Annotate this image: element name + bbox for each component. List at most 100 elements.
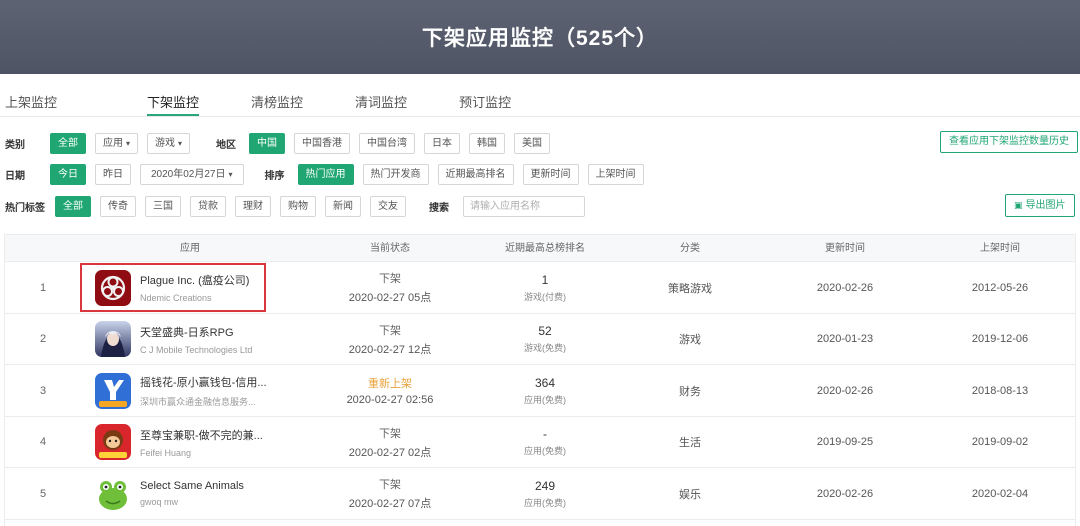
app-name[interactable]: Plague Inc. (瘟疫公司) — [140, 272, 249, 288]
page-title: 下架应用监控（525个） — [421, 27, 659, 50]
status-badge: 下架 — [379, 273, 401, 285]
region-korea-chip[interactable]: 韩国 — [469, 132, 506, 154]
listed-date: 2020-02-04 — [971, 487, 1029, 500]
tag-loan-chip[interactable]: 贷款 — [190, 195, 226, 217]
tag-news-chip[interactable]: 新闻 — [325, 195, 361, 217]
category-all-chip[interactable]: 全部 — [50, 132, 86, 154]
rank-type: 游戏(免费) — [524, 343, 566, 353]
date-select[interactable]: 2020年02月27日 ▾ — [140, 163, 244, 185]
search-input[interactable] — [463, 195, 585, 217]
plague-biohazard-icon — [95, 269, 131, 306]
category-value: 生活 — [679, 437, 701, 449]
row-index: 2 — [39, 333, 47, 345]
table-row[interactable]: 2 天堂盛典-日系RPG C J Mobile Technologies Ltd… — [5, 313, 1075, 365]
app-name[interactable]: 至尊宝兼职-做不完的兼... — [140, 427, 263, 443]
status-time: 2020-02-27 02:56 — [346, 394, 434, 406]
status-badge: 下架 — [379, 324, 401, 337]
tab-listing[interactable]: 上架监控 — [0, 92, 57, 116]
table-row[interactable]: 5 Select Same Animals gwoq mw 下架 2020-02… — [5, 468, 1075, 520]
export-button-label: 导出图片 — [1025, 200, 1066, 211]
tag-dating-chip[interactable]: 交友 — [370, 195, 406, 217]
region-hongkong-chip[interactable]: 中国香港 — [294, 132, 351, 154]
col-status[interactable]: 当前状态 — [305, 235, 475, 262]
category-game-label: 游戏 — [155, 137, 176, 149]
region-usa-chip[interactable]: 美国 — [514, 132, 551, 154]
col-rank[interactable]: 近期最高总榜排名 — [460, 235, 630, 262]
page-header: 下架应用监控（525个） — [0, 0, 1080, 74]
rank-type: 游戏(付费) — [524, 291, 566, 302]
main-panel: 上架监控 下架监控 清榜监控 清词监控 预订监控 类别 全部 应用 ▾ 游戏 ▾ 地… — [0, 74, 1080, 526]
col-app: 应用 — [180, 243, 200, 254]
sort-update-time-chip[interactable]: 更新时间 — [522, 163, 579, 185]
monkey-king-icon — [95, 424, 131, 460]
green-frog-icon — [95, 475, 131, 512]
anime-character-icon — [95, 321, 131, 357]
tag-finance-chip[interactable]: 理财 — [235, 195, 271, 217]
table-row[interactable]: 1 Plague Inc. (瘟疫公司) Ndemic Creations 下架… — [5, 262, 1075, 314]
region-china-chip[interactable]: 中国 — [249, 132, 286, 154]
status-time: 2020-02-27 12点 — [348, 343, 432, 356]
updated-date: 2020-02-26 — [816, 487, 874, 500]
sort-label: 排序 — [264, 170, 285, 182]
app-developer: Feifei Huang — [140, 447, 192, 458]
sort-hot-apps-chip[interactable]: 热门应用 — [297, 163, 354, 185]
wallet-y-icon — [95, 372, 131, 409]
tag-shopping-chip[interactable]: 购物 — [280, 195, 316, 217]
updated-date: 2020-01-23 — [816, 333, 874, 345]
rank-value: 249 — [534, 478, 556, 493]
col-listed[interactable]: 上架时间 — [925, 235, 1075, 262]
region-japan-chip[interactable]: 日本 — [424, 132, 461, 154]
status-badge: 下架 — [379, 479, 401, 491]
export-image-button[interactable]: ▣ 导出图片 — [1005, 194, 1075, 217]
region-taiwan-chip[interactable]: 中国台湾 — [359, 132, 416, 154]
tab-preorder[interactable]: 预订监控 — [454, 92, 511, 116]
rank-type: 应用(免费) — [524, 446, 566, 456]
tab-delisting[interactable]: 下架监控 — [147, 92, 200, 116]
rank-value: 1 — [541, 272, 549, 287]
tag-legend-chip[interactable]: 传奇 — [100, 195, 136, 217]
status-time: 2020-02-27 02点 — [348, 446, 432, 459]
tag-three-kingdoms-chip[interactable]: 三国 — [145, 195, 181, 217]
sort-hot-developers-chip[interactable]: 热门开发商 — [362, 163, 429, 185]
rank-type: 应用(免费) — [524, 497, 566, 508]
sort-listed-time-chip[interactable]: 上架时间 — [587, 163, 644, 185]
table-row[interactable]: 4 至尊宝兼职-做不完的兼... Feifei Huang 下架 2020-02… — [5, 416, 1075, 468]
date-today-chip[interactable]: 今日 — [50, 163, 86, 185]
row-index: 3 — [39, 384, 47, 397]
listed-date: 2018-08-13 — [971, 384, 1029, 397]
tab-keyword-clear[interactable]: 清词监控 — [350, 92, 407, 116]
date-yesterday-chip[interactable]: 昨日 — [95, 163, 131, 185]
caret-down-icon: ▾ — [228, 169, 233, 179]
tag-all-chip[interactable]: 全部 — [55, 195, 91, 217]
delisted-apps-table: 应用 当前状态 近期最高总榜排名 分类 更新时间 上架时间 1 Plague I… — [4, 234, 1076, 526]
category-label: 类别 — [5, 139, 25, 151]
sort-recent-rank-chip[interactable]: 近期最高排名 — [437, 163, 514, 185]
col-updated[interactable]: 更新时间 — [770, 235, 920, 262]
row-index: 4 — [39, 436, 47, 448]
tab-chart-clear[interactable]: 清榜监控 — [246, 92, 303, 116]
app-name[interactable]: Select Same Animals — [140, 480, 244, 492]
tags-filter-row: 热门标签 全部 传奇 三国 贷款 理财 购物 新闻 交友 搜索 — [0, 195, 585, 217]
category-game-dropdown[interactable]: 游戏 ▾ — [147, 132, 191, 154]
rank-type: 应用(免费) — [524, 394, 566, 405]
date-filter-row: 日期 今日 昨日 2020年02月27日 ▾ 排序 热门应用 热门开发商 近期最高… — [0, 163, 653, 185]
app-name[interactable]: 天堂盛典-日系RPG — [140, 324, 252, 340]
updated-date: 2020-02-26 — [816, 384, 874, 397]
listed-date: 2012-05-26 — [971, 281, 1029, 294]
status-badge: 重新上架 — [368, 378, 412, 390]
listed-date: 2019-09-02 — [971, 436, 1029, 448]
image-icon: ▣ — [1014, 200, 1023, 210]
tabs-divider — [0, 116, 1080, 117]
view-history-button[interactable]: 查看应用下架监控数量历史 — [940, 131, 1078, 153]
region-label: 地区 — [216, 139, 237, 151]
table-row[interactable]: 3 摇钱花-原小赢钱包-信用... 深圳市赢众通金融信息服务... 重新上架 2… — [5, 365, 1075, 417]
table-header: 应用 当前状态 近期最高总榜排名 分类 更新时间 上架时间 — [5, 235, 1075, 262]
category-app-dropdown[interactable]: 应用 ▾ — [95, 132, 139, 154]
category-value: 财务 — [679, 385, 701, 398]
category-app-label: 应用 — [103, 137, 123, 149]
app-developer: C J Mobile Technologies Ltd — [140, 344, 253, 355]
updated-date: 2019-09-25 — [816, 436, 874, 448]
app-name[interactable]: 摇钱花-原小赢钱包-信用... — [140, 374, 267, 390]
category-value: 策略游戏 — [668, 282, 712, 295]
category-value: 游戏 — [679, 334, 701, 346]
